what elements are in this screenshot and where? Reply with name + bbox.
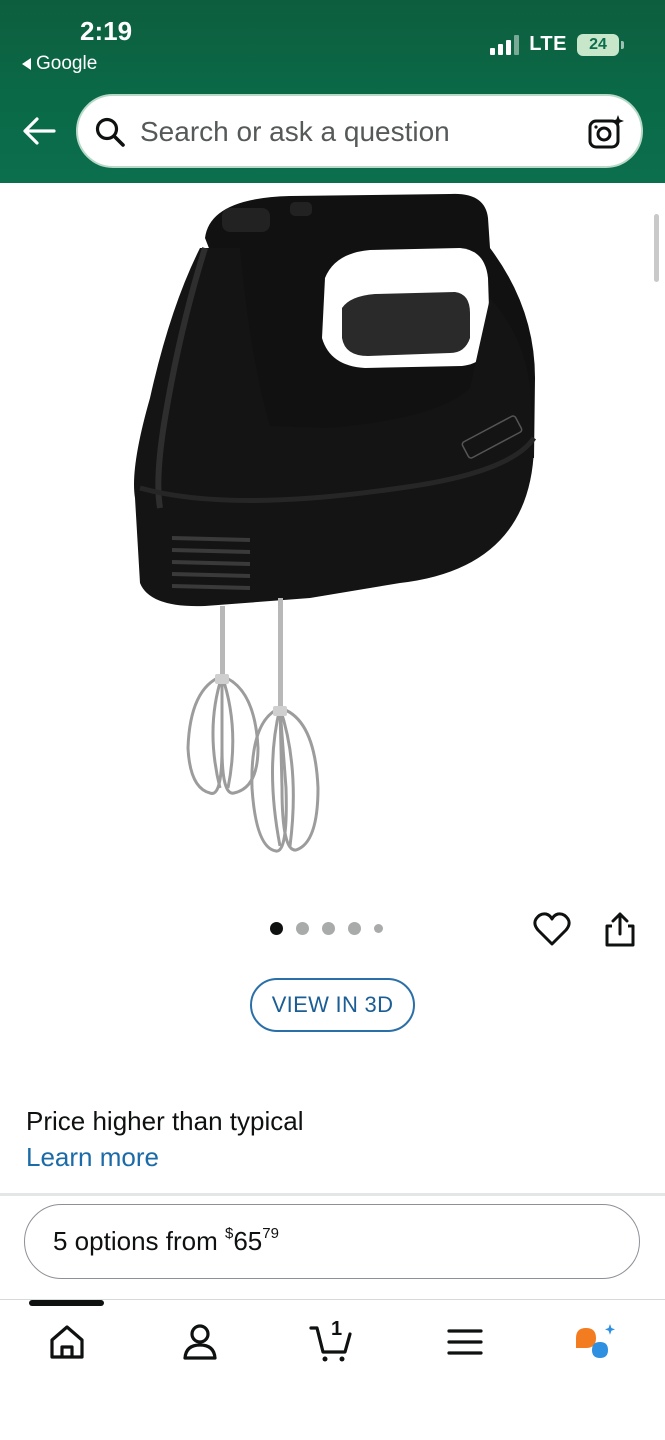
search-icon bbox=[95, 117, 125, 147]
carousel-dot[interactable] bbox=[348, 922, 361, 935]
active-tab-indicator bbox=[29, 1300, 104, 1306]
options-prefix: 5 options from bbox=[53, 1226, 225, 1256]
back-triangle-icon bbox=[22, 58, 31, 70]
carousel-dots[interactable] bbox=[270, 922, 383, 935]
heart-icon[interactable] bbox=[533, 911, 571, 947]
home-icon[interactable] bbox=[45, 1320, 89, 1364]
section-divider bbox=[0, 1193, 665, 1196]
battery-level: 24 bbox=[589, 35, 607, 53]
carousel-dot-active[interactable] bbox=[270, 922, 283, 935]
carousel-dot[interactable] bbox=[296, 922, 309, 935]
carousel-dot[interactable] bbox=[322, 922, 335, 935]
camera-search-icon[interactable] bbox=[587, 114, 625, 152]
scrollbar[interactable] bbox=[654, 214, 659, 282]
learn-more-link[interactable]: Learn more bbox=[26, 1142, 159, 1173]
menu-icon[interactable] bbox=[443, 1320, 487, 1364]
app-header: 2:19 Google LTE 24 bbox=[0, 0, 665, 183]
share-icon[interactable] bbox=[602, 910, 638, 948]
price-whole: 65 bbox=[233, 1226, 263, 1256]
account-icon[interactable] bbox=[178, 1320, 222, 1364]
status-indicators: LTE 24 bbox=[490, 33, 624, 56]
price-note: Price higher than typical bbox=[26, 1106, 304, 1136]
cart-icon[interactable] bbox=[308, 1320, 352, 1364]
signal-icon bbox=[490, 34, 520, 55]
return-to-app-link[interactable]: Google bbox=[22, 53, 97, 75]
search-bar[interactable] bbox=[76, 94, 643, 168]
view-in-3d-button[interactable]: VIEW IN 3D bbox=[250, 978, 415, 1032]
status-time: 2:19 bbox=[80, 16, 133, 46]
search-input[interactable] bbox=[140, 112, 560, 152]
price-currency: $ bbox=[224, 1225, 234, 1242]
rufus-icon[interactable] bbox=[572, 1320, 616, 1364]
product-image[interactable] bbox=[110, 188, 550, 868]
price-fraction: 79 bbox=[262, 1225, 279, 1242]
network-label: LTE bbox=[529, 33, 567, 55]
carousel-dot[interactable] bbox=[374, 924, 383, 933]
back-arrow-icon[interactable] bbox=[22, 116, 56, 146]
cart-count-badge: 1 bbox=[331, 1318, 343, 1340]
return-app-label: Google bbox=[36, 53, 98, 74]
battery-icon: 24 bbox=[577, 33, 624, 56]
buying-options-button[interactable]: 5 options from $65 79 bbox=[24, 1204, 640, 1279]
